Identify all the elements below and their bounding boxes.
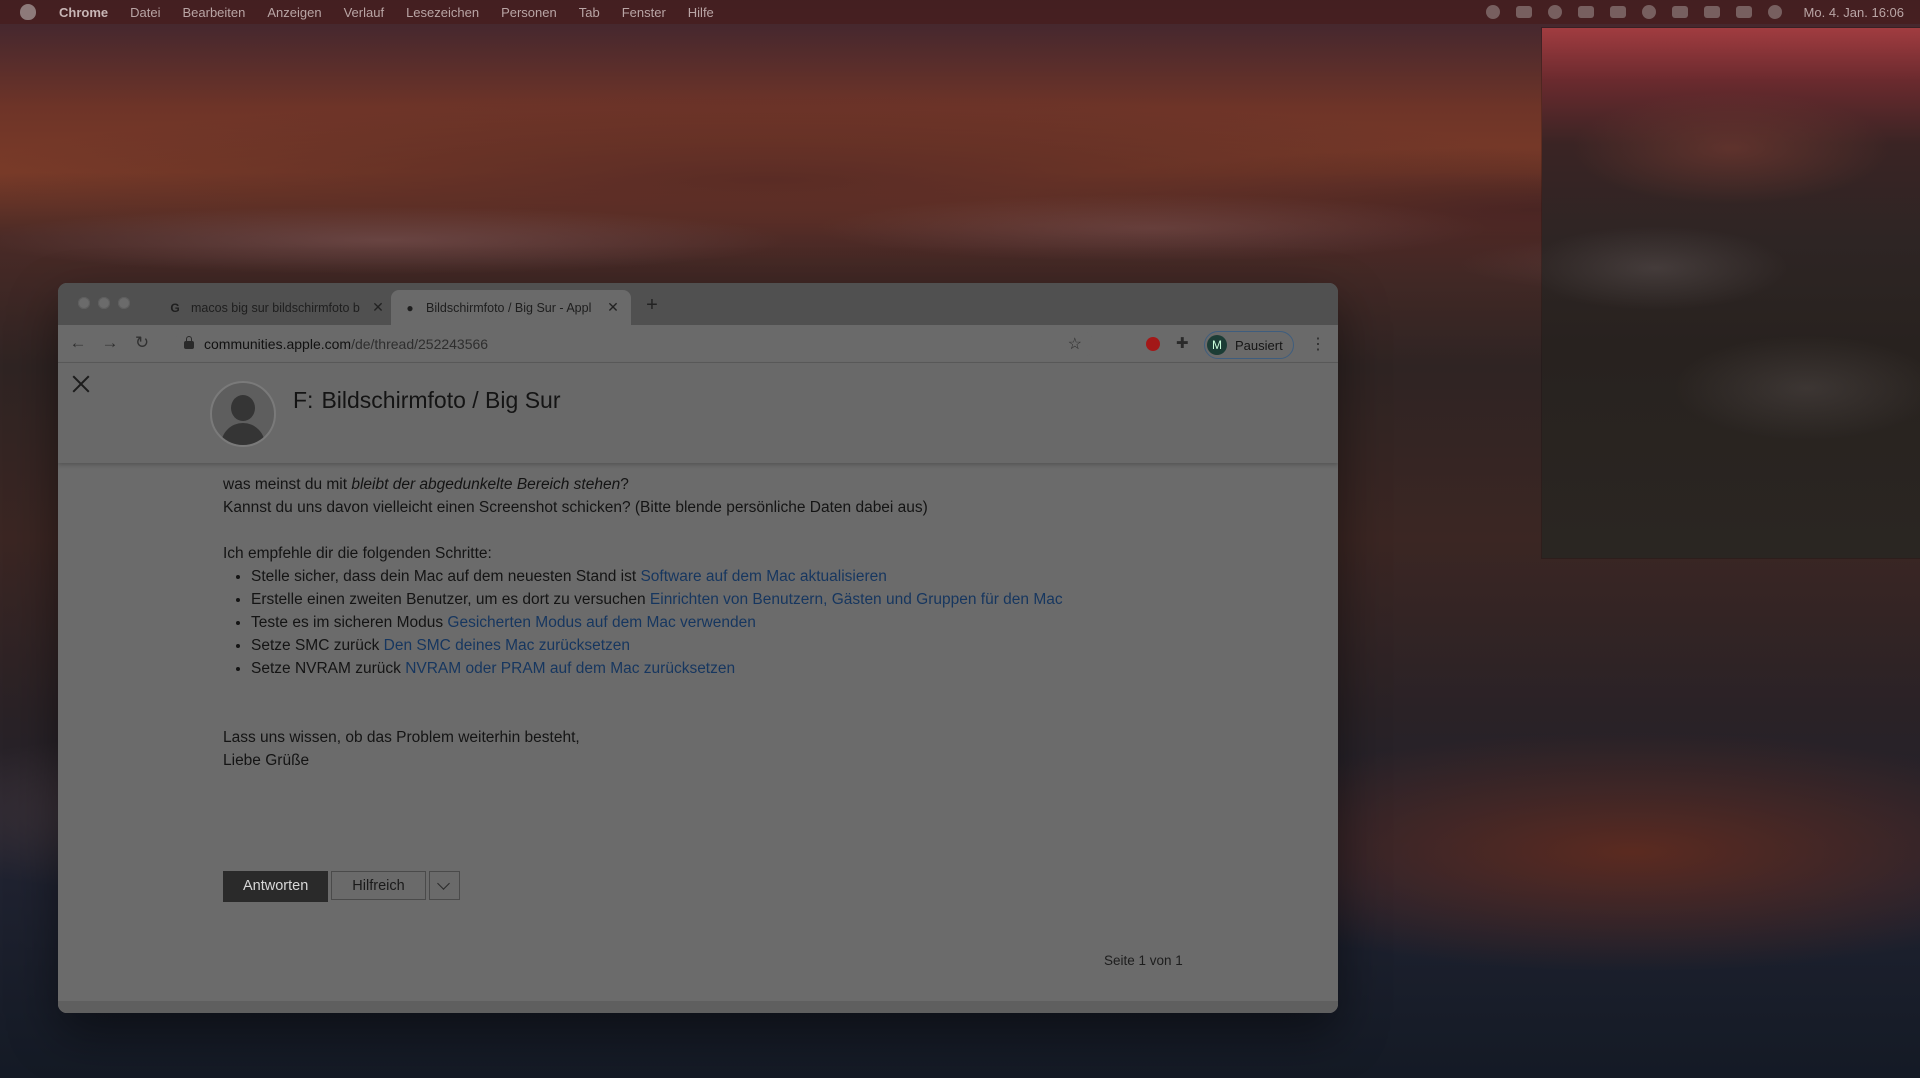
pagination-label: Seite 1 von 1 bbox=[1104, 953, 1183, 968]
step-text: Stelle sicher, dass dein Mac auf dem neu… bbox=[251, 568, 641, 585]
wifi-icon[interactable] bbox=[1703, 6, 1720, 18]
url-path: /de/thread/252243566 bbox=[351, 336, 489, 352]
volume-icon[interactable] bbox=[1609, 6, 1626, 18]
apple-menu-icon[interactable] bbox=[20, 4, 36, 20]
step-text: Setze SMC zurück bbox=[251, 637, 384, 654]
reply-line-2: Kannst du uns davon vielleicht einen Scr… bbox=[223, 499, 928, 516]
closing-line-2: Liebe Grüße bbox=[223, 752, 310, 769]
menu-app-name[interactable]: Chrome bbox=[59, 5, 108, 20]
step-text: Erstelle einen zweiten Benutzer, um es d… bbox=[251, 591, 650, 608]
close-icon[interactable] bbox=[70, 373, 92, 395]
forward-icon[interactable]: → bbox=[100, 333, 120, 353]
screen-record-icon[interactable] bbox=[1485, 5, 1500, 19]
url-host: communities.apple.com bbox=[204, 336, 352, 352]
menu-clock[interactable]: Mo. 4. Jan. 16:06 bbox=[1804, 5, 1904, 20]
minimize-window-button[interactable] bbox=[98, 297, 110, 309]
screenshot-preview[interactable] bbox=[1542, 28, 1920, 558]
menu-item-tab[interactable]: Tab bbox=[579, 5, 600, 20]
address-bar[interactable]: communities.apple.com/de/thread/25224356… bbox=[174, 330, 1094, 358]
step-link[interactable]: Gesicherten Modus auf dem Mac verwenden bbox=[447, 614, 755, 631]
menu-item-anzeigen[interactable]: Anzeigen bbox=[267, 5, 321, 20]
cloud-icon[interactable] bbox=[1515, 6, 1532, 18]
question-prefix: F: bbox=[293, 387, 314, 413]
menu-item-datei[interactable]: Datei bbox=[130, 5, 160, 20]
window-manager-icon[interactable] bbox=[1577, 6, 1594, 18]
tab-strip: G macos big sur bildschirmfoto b ✕ ● Bil… bbox=[58, 283, 1338, 325]
google-icon: G bbox=[170, 300, 180, 315]
step-text: Setze NVRAM zurück bbox=[251, 660, 406, 677]
menu-item-personen[interactable]: Personen bbox=[501, 5, 557, 20]
tab-title: Bildschirmfoto / Big Sur - Appl bbox=[426, 300, 592, 315]
list-item: Setze NVRAM zurück NVRAM oder PRAM auf d… bbox=[251, 657, 1223, 680]
back-icon[interactable]: ← bbox=[68, 333, 88, 353]
list-item: Teste es im sicheren Modus Gesicherten M… bbox=[251, 611, 1223, 634]
tab-title: macos big sur bildschirmfoto b bbox=[191, 300, 360, 315]
battery-icon[interactable] bbox=[1671, 6, 1688, 18]
preview-fog bbox=[1542, 208, 1920, 508]
reply-line-1: was meinst du mit bleibt der abgedunkelt… bbox=[223, 473, 1223, 496]
avatar-body bbox=[221, 423, 265, 445]
tab-close-icon[interactable]: ✕ bbox=[370, 299, 386, 316]
step-link[interactable]: Software auf dem Mac aktualisieren bbox=[640, 568, 886, 585]
question-title: Bildschirmfoto / Big Sur bbox=[321, 387, 561, 413]
helpful-button[interactable]: Hilfreich bbox=[331, 871, 426, 900]
control-center-icon[interactable] bbox=[1735, 6, 1752, 18]
step-link[interactable]: Einrichten von Benutzern, Gästen und Gru… bbox=[650, 591, 1063, 608]
reload-icon[interactable]: ↻ bbox=[132, 333, 152, 353]
list-item: Setze SMC zurück Den SMC deines Mac zurü… bbox=[251, 634, 1223, 657]
step-link[interactable]: Den SMC deines Mac zurücksetzen bbox=[384, 637, 630, 654]
menu-item-verlauf[interactable]: Verlauf bbox=[344, 5, 384, 20]
tab-google-search[interactable]: G macos big sur bildschirmfoto b ✕ bbox=[156, 290, 396, 325]
profile-avatar: M bbox=[1207, 335, 1227, 355]
step-link[interactable]: NVRAM oder PRAM auf dem Mac zurücksetzen bbox=[405, 660, 735, 677]
reply-emphasis: bleibt der abgedunkelte Bereich stehen bbox=[351, 476, 621, 493]
page-footer-strip bbox=[58, 1001, 1338, 1013]
tab-close-icon[interactable]: ✕ bbox=[605, 299, 621, 316]
lock-icon[interactable] bbox=[184, 336, 194, 349]
siri-icon[interactable] bbox=[1767, 5, 1782, 19]
menu-item-lesezeichen[interactable]: Lesezeichen bbox=[406, 5, 479, 20]
browser-window: G macos big sur bildschirmfoto b ✕ ● Bil… bbox=[58, 283, 1338, 1013]
reply-text: was meinst du mit bbox=[223, 476, 352, 493]
profile-button[interactable]: M Pausiert bbox=[1204, 331, 1294, 359]
avatar-head bbox=[231, 395, 255, 421]
bookmark-star-icon[interactable]: ☆ bbox=[1068, 334, 1082, 354]
page-title: F: Bildschirmfoto / Big Sur bbox=[293, 387, 560, 414]
reply-text: ? bbox=[620, 476, 629, 493]
steps-list: Stelle sicher, dass dein Mac auf dem neu… bbox=[223, 565, 1223, 680]
reply-body: was meinst du mit bleibt der abgedunkelt… bbox=[223, 473, 1223, 772]
reply-actions: Antworten Hilfreich bbox=[223, 871, 460, 902]
menu-item-bearbeiten[interactable]: Bearbeiten bbox=[182, 5, 245, 20]
question-header: F: Bildschirmfoto / Big Sur bbox=[58, 363, 1338, 463]
time-machine-icon[interactable] bbox=[1641, 5, 1656, 19]
zoom-window-button[interactable] bbox=[118, 297, 130, 309]
menu-bar: Chrome Datei Bearbeiten Anzeigen Verlauf… bbox=[0, 0, 1920, 24]
close-window-button[interactable] bbox=[78, 297, 90, 309]
menu-item-fenster[interactable]: Fenster bbox=[622, 5, 666, 20]
menu-item-hilfe[interactable]: Hilfe bbox=[688, 5, 714, 20]
more-menu-icon[interactable]: ⋮ bbox=[1310, 334, 1326, 354]
menu-status-area: Mo. 4. Jan. 16:06 bbox=[1485, 0, 1904, 24]
window-controls bbox=[78, 297, 130, 309]
chevron-down-icon[interactable] bbox=[428, 871, 460, 900]
browser-toolbar: ← → ↻ communities.apple.com/de/thread/25… bbox=[58, 325, 1338, 363]
new-tab-button[interactable]: + bbox=[642, 294, 662, 317]
step-text: Teste es im sicheren Modus bbox=[251, 614, 448, 631]
closing-line-1: Lass uns wissen, ob das Problem weiterhi… bbox=[223, 729, 580, 746]
extension-icon[interactable] bbox=[1146, 337, 1160, 351]
list-item: Stelle sicher, dass dein Mac auf dem neu… bbox=[251, 565, 1223, 588]
steps-intro: Ich empfehle dir die folgenden Schritte: bbox=[223, 545, 492, 562]
avatar[interactable] bbox=[210, 381, 276, 447]
extensions-puzzle-icon[interactable]: ✚ bbox=[1176, 334, 1189, 352]
list-item: Erstelle einen zweiten Benutzer, um es d… bbox=[251, 588, 1223, 611]
page-content: F: Bildschirmfoto / Big Sur was meinst du… bbox=[58, 363, 1338, 1013]
reply-button[interactable]: Antworten bbox=[223, 871, 329, 902]
profile-status: Pausiert bbox=[1235, 337, 1283, 353]
vpn-icon[interactable] bbox=[1547, 5, 1562, 19]
tab-apple-community[interactable]: ● Bildschirmfoto / Big Sur - Appl ✕ bbox=[391, 290, 631, 325]
apple-icon: ● bbox=[406, 300, 414, 315]
